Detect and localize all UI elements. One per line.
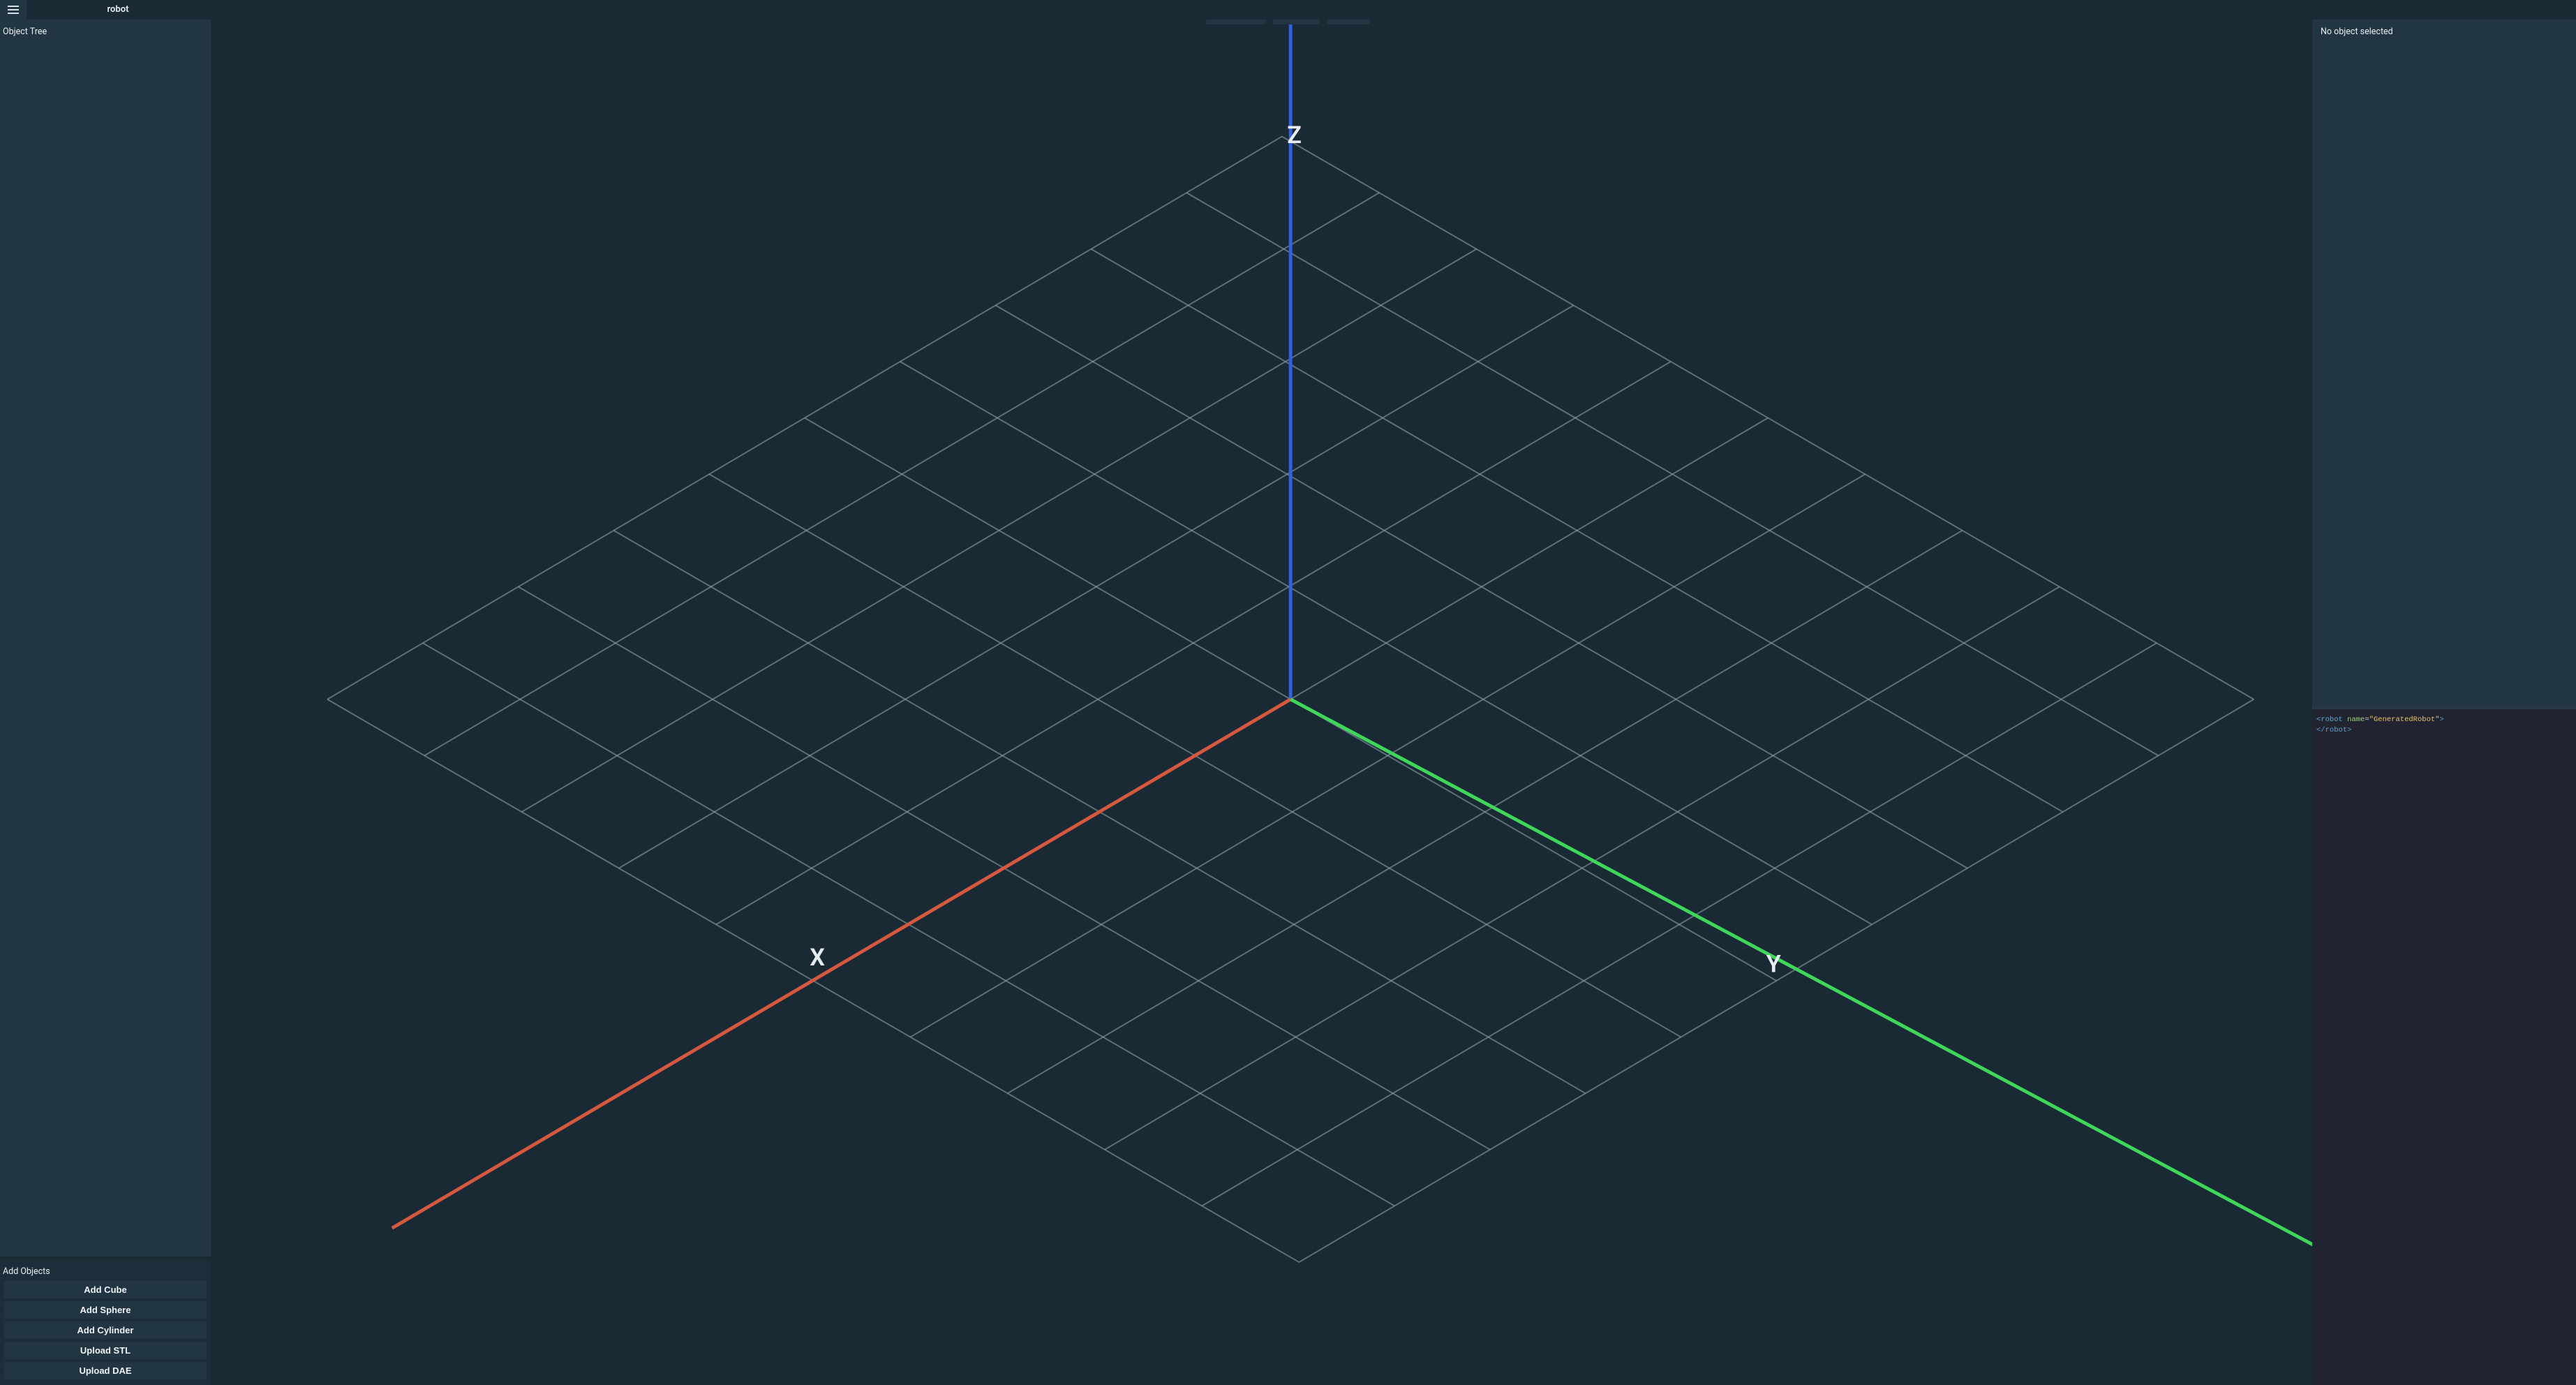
viewport-3d[interactable]: Z X Y — [0, 0, 2576, 1385]
add-cube-button[interactable]: Add Cube — [4, 1281, 207, 1298]
topbar — [0, 0, 2576, 20]
hamburger-icon — [7, 5, 20, 15]
object-tree-header: Object Tree — [3, 25, 208, 38]
add-objects-panel: Add Objects Add Cube Add Sphere Add Cyli… — [0, 1257, 211, 1385]
upload-stl-button[interactable]: Upload STL — [4, 1342, 207, 1359]
axis-label-y: Y — [1766, 951, 1781, 979]
project-name-input[interactable] — [27, 0, 209, 19]
left-panel: Object Tree Add Objects Add Cube Add Sph… — [0, 20, 211, 1385]
add-sphere-button[interactable]: Add Sphere — [4, 1301, 207, 1319]
menu-button[interactable] — [0, 0, 27, 20]
axis-label-x: X — [810, 944, 825, 972]
object-tree-panel[interactable]: Object Tree — [0, 20, 211, 1257]
add-cylinder-button[interactable]: Add Cylinder — [4, 1321, 207, 1339]
code-output: <robot name="GeneratedRobot"> </robot> — [2316, 715, 2572, 735]
add-objects-header: Add Objects — [0, 1264, 211, 1281]
object-parameters-panel: Object Parameters No object selected — [2312, 0, 2576, 706]
upload-dae-button[interactable]: Upload DAE — [4, 1362, 207, 1379]
code-panel[interactable]: <robot name="GeneratedRobot"> </robot> — [2312, 706, 2576, 1385]
right-panel: Object Parameters No object selected <ro… — [2312, 0, 2576, 1385]
axis-label-z: Z — [1287, 121, 1302, 149]
object-parameters-empty: No object selected — [2321, 27, 2568, 37]
